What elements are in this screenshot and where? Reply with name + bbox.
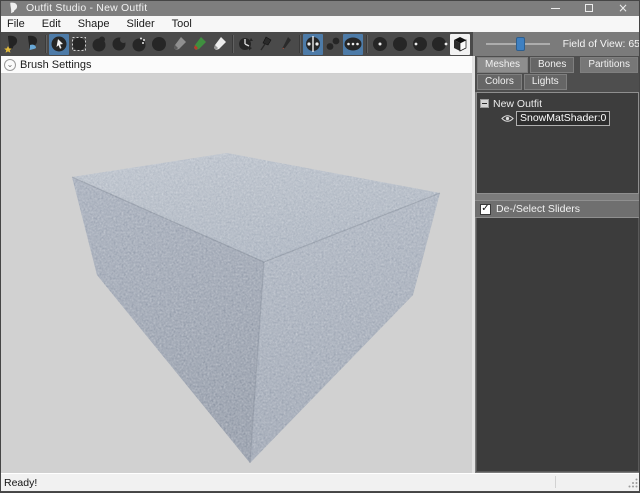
toolbar-separator bbox=[45, 35, 46, 53]
alpha-brush-button[interactable] bbox=[209, 34, 229, 55]
connected-vertices-button[interactable] bbox=[323, 34, 343, 55]
fov-label: Field of View: 65 bbox=[563, 38, 640, 50]
cube-icon bbox=[451, 35, 469, 53]
global-brush-collision-button[interactable] bbox=[343, 34, 363, 55]
smooth-brush-button[interactable] bbox=[149, 34, 169, 55]
load-reference-icon bbox=[24, 35, 41, 53]
brush-falloff-solid-button[interactable] bbox=[390, 34, 410, 55]
brush-settings-header[interactable]: ⌄ Brush Settings bbox=[0, 56, 472, 74]
brush-falloff-edge-dot-icon bbox=[431, 35, 449, 53]
inflate-brush-icon bbox=[90, 35, 108, 53]
toolbar-separator bbox=[232, 35, 233, 53]
toolbar-fov-section: Field of View: 65 bbox=[473, 32, 640, 56]
brush-falloff-solid-icon bbox=[391, 35, 409, 53]
titlebar[interactable]: Outfit Studio - New Outfit × bbox=[0, 0, 640, 16]
alpha-brush-icon bbox=[210, 35, 228, 53]
toolbar: Field of View: 65 bbox=[0, 32, 640, 56]
maximize-button[interactable] bbox=[572, 0, 606, 16]
tab-bones[interactable]: Bones bbox=[530, 57, 574, 73]
toolbar-separator bbox=[366, 35, 367, 53]
mask-brush-button[interactable] bbox=[69, 34, 89, 55]
inflate-brush-button[interactable] bbox=[89, 34, 109, 55]
brush-falloff-center-dot-icon bbox=[371, 35, 389, 53]
fov-slider-thumb[interactable] bbox=[516, 37, 525, 51]
menu-tool[interactable]: Tool bbox=[172, 18, 192, 30]
app-logo-icon bbox=[8, 2, 20, 14]
smooth-brush-icon bbox=[150, 35, 168, 53]
viewport-pane: ⌄ Brush Settings bbox=[0, 56, 472, 473]
global-brush-collision-icon bbox=[343, 35, 363, 53]
load-reference-button[interactable] bbox=[22, 34, 42, 55]
deflate-brush-button[interactable] bbox=[109, 34, 129, 55]
brush-falloff-mid-dot-button[interactable] bbox=[410, 34, 430, 55]
minimize-icon bbox=[551, 8, 560, 9]
tree-mesh-row[interactable]: SnowMatShader:0 bbox=[480, 111, 638, 126]
deselect-sliders-row[interactable]: ✓ De-/Select Sliders bbox=[475, 200, 640, 218]
slider-list-area[interactable] bbox=[476, 218, 639, 472]
fov-slider[interactable] bbox=[486, 36, 550, 52]
weight-brush-icon bbox=[170, 35, 188, 53]
chevron-down-icon: ⌄ bbox=[4, 59, 16, 71]
toolbar-separator bbox=[299, 35, 300, 53]
checkbox-checked-icon[interactable]: ✓ bbox=[480, 204, 491, 215]
menu-shape[interactable]: Shape bbox=[78, 18, 110, 30]
color-brush-icon bbox=[190, 35, 208, 53]
menu-file[interactable]: File bbox=[7, 18, 25, 30]
pin-shapes-button[interactable] bbox=[256, 34, 276, 55]
tab-lights[interactable]: Lights bbox=[524, 74, 567, 90]
pencil-icon bbox=[279, 35, 293, 53]
status-text: Ready! bbox=[0, 477, 37, 489]
meshes-tree: New Outfit SnowMatShader:0 bbox=[476, 92, 639, 194]
deselect-sliders-label: De-/Select Sliders bbox=[496, 203, 580, 215]
pushpin-icon bbox=[257, 35, 275, 53]
resize-grip-icon[interactable] bbox=[628, 478, 638, 488]
transform-tool-button[interactable] bbox=[236, 34, 256, 55]
tab-partitions[interactable]: Partitions bbox=[580, 57, 638, 73]
close-button[interactable]: × bbox=[606, 0, 640, 16]
brush-falloff-center-dot-button[interactable] bbox=[370, 34, 390, 55]
load-project-icon bbox=[4, 35, 21, 53]
perspective-toggle-button[interactable] bbox=[450, 34, 470, 55]
move-brush-icon bbox=[130, 35, 148, 53]
weight-brush-button[interactable] bbox=[169, 34, 189, 55]
menu-edit[interactable]: Edit bbox=[42, 18, 61, 30]
collapse-minus-icon[interactable] bbox=[480, 99, 489, 108]
select-cursor-icon bbox=[50, 35, 68, 53]
outfit-studio-window: Outfit Studio - New Outfit × File Edit S… bbox=[0, 0, 640, 493]
maximize-icon bbox=[585, 4, 593, 12]
toolbar-tools bbox=[0, 32, 473, 56]
color-brush-button[interactable] bbox=[189, 34, 209, 55]
load-project-button[interactable] bbox=[2, 34, 22, 55]
window-title: Outfit Studio - New Outfit bbox=[26, 2, 147, 14]
brush-falloff-edge-dot-button[interactable] bbox=[430, 34, 450, 55]
vertex-pencil-button[interactable] bbox=[276, 34, 296, 55]
close-icon: × bbox=[618, 2, 628, 14]
move-brush-button[interactable] bbox=[129, 34, 149, 55]
minimize-button[interactable] bbox=[538, 0, 572, 16]
tree-root-label: New Outfit bbox=[493, 98, 542, 110]
mesh-item-label[interactable]: SnowMatShader:0 bbox=[516, 111, 610, 126]
x-mirror-icon bbox=[304, 35, 322, 53]
mask-brush-icon bbox=[70, 35, 88, 53]
menubar: File Edit Shape Slider Tool bbox=[0, 16, 640, 32]
brush-settings-label: Brush Settings bbox=[20, 59, 92, 71]
statusbar-separator bbox=[555, 476, 556, 488]
tab-colors[interactable]: Colors bbox=[477, 74, 522, 90]
statusbar: Ready! bbox=[0, 473, 640, 493]
panel-tabs: Meshes Bones Partitions Colors Lights bbox=[475, 56, 640, 92]
brush-falloff-mid-dot-icon bbox=[411, 35, 429, 53]
tab-meshes[interactable]: Meshes bbox=[477, 57, 528, 73]
x-mirror-button[interactable] bbox=[303, 34, 323, 55]
snow-cube-mesh bbox=[0, 74, 472, 472]
right-panel: Meshes Bones Partitions Colors Lights Ne… bbox=[475, 56, 640, 473]
viewport-3d[interactable] bbox=[0, 74, 472, 473]
deflate-brush-icon bbox=[110, 35, 128, 53]
transform-clock-icon bbox=[237, 35, 255, 53]
eye-icon bbox=[501, 114, 514, 123]
connected-vertices-icon bbox=[324, 35, 342, 53]
tree-root-row[interactable]: New Outfit bbox=[480, 96, 638, 111]
content-row: ⌄ Brush Settings bbox=[0, 56, 640, 473]
menu-slider[interactable]: Slider bbox=[127, 18, 155, 30]
select-tool-button[interactable] bbox=[49, 34, 69, 55]
